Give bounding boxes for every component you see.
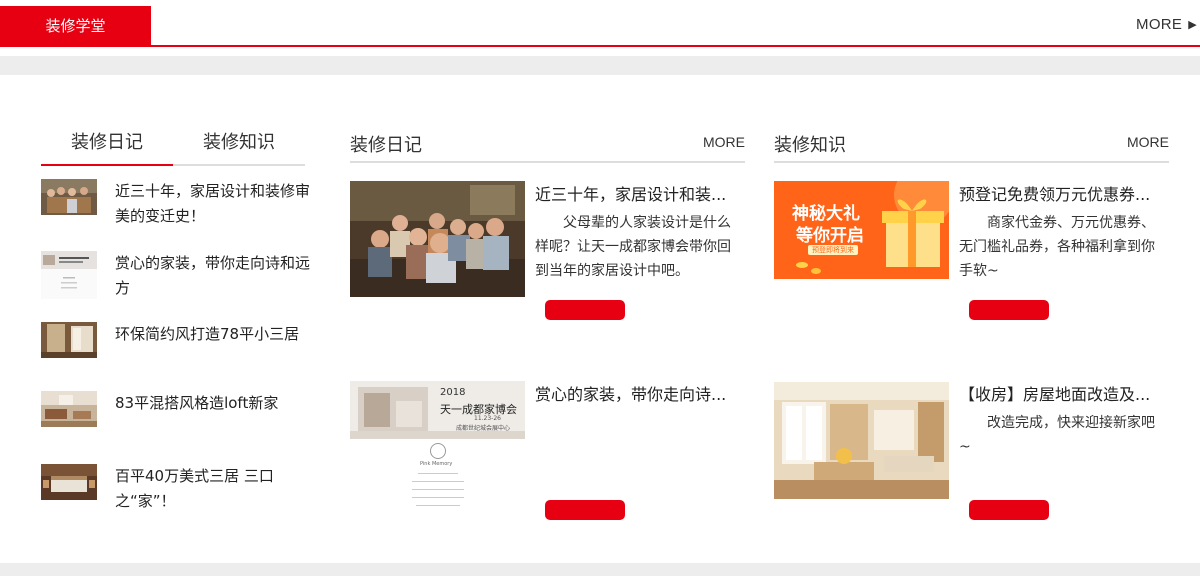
room-photo-thumbnail [41,322,97,358]
poster-logo-icon [430,443,446,459]
list-item-title: 近三十年，家居设计和装修审美的变迁史！ [115,182,311,225]
family-photo-thumbnail [41,179,97,215]
header-underline [0,45,1200,47]
diary-card-title: 近三十年，家居设计和装... [535,185,727,204]
poster-line [416,505,460,506]
diary-card[interactable]: 2018 天一成都家博会 11.23-26 成都世纪城会展中心 Pink Mem… [350,381,750,531]
diary-card-button[interactable] [545,300,625,320]
diary-card-title: 赏心的家装，带你走向诗... [535,385,727,404]
poster-thumbnail [41,251,97,299]
knowledge-card-desc: 改造完成，快来迎接新家吧~ [959,415,1155,455]
section-header: 装修学堂 MORE ▶ [0,0,1200,56]
diary-card-button[interactable] [545,500,625,520]
knowledge-card-desc: 商家代金券、万元优惠券、无门槛礼品券，各种福利拿到你手软~ [959,215,1155,279]
poster-date: 11.23-26 [474,415,501,422]
family-portrait-image [350,181,525,297]
diary-section-header: 装修日记 MORE [350,129,745,163]
list-item-title: 百平40万美式三居 三口之“家”！ [115,467,274,510]
poster-brand: Pink Memory [420,461,453,467]
knowledge-card[interactable]: 神秘大礼 等你开启 预登即将到来 预登记免费领万元优惠券... 商家代金券、万元… [774,181,1174,331]
left-tab-bar: 装修日记 装修知识 [41,128,305,166]
diary-section-title: 装修日记 [350,135,422,156]
diary-card[interactable]: 近三十年，家居设计和装... 父母辈的人家装设计是什么样呢？让天一成都家博会带你… [350,181,750,331]
poster-venue: 成都世纪城会展中心 [456,425,511,432]
banner-line-2: 等你开启 [796,226,864,246]
diary-more-link[interactable]: MORE [703,134,745,150]
poster-line [412,481,464,482]
poster-line [412,489,464,490]
knowledge-card-button[interactable] [969,300,1049,320]
gift-banner-image: 神秘大礼 等你开启 预登即将到来 [774,181,949,279]
knowledge-more-link[interactable]: MORE [1127,134,1169,150]
knowledge-card-button[interactable] [969,500,1049,520]
knowledge-section-title: 装修知识 [774,135,846,156]
section-tab-home-school[interactable]: 装修学堂 [0,6,151,46]
list-item-title: 83平混搭风格造loft新家 [115,394,279,412]
knowledge-card-title: 【收房】房屋地面改造及... [959,385,1151,404]
tab-knowledge[interactable]: 装修知识 [173,128,305,164]
poster-year: 2018 [440,387,466,398]
poster-line [418,473,458,474]
tab-diary[interactable]: 装修日记 [41,128,173,166]
list-item-title: 赏心的家装，带你走向诗和远方 [115,254,311,297]
knowledge-section-header: 装修知识 MORE [774,129,1169,163]
diary-card-desc: 父母辈的人家装设计是什么样呢？让天一成都家博会带你回到当年的家居设计中吧。 [535,215,731,279]
triangle-right-icon: ▶ [1188,19,1197,31]
more-label: MORE [1136,16,1183,33]
bedroom-photo-thumbnail [41,464,97,500]
knowledge-card[interactable]: 【收房】房屋地面改造及... 改造完成，快来迎接新家吧~ [774,381,1174,531]
expo-poster-image: 2018 天一成都家博会 11.23-26 成都世纪城会展中心 Pink Mem… [350,381,525,521]
living-room-image [774,382,949,499]
knowledge-card-title: 预登记免费领万元优惠券... [959,185,1151,204]
loft-photo-thumbnail [41,391,97,427]
poster-line [412,497,464,498]
content-panel: 装修日记 装修知识 近三十年，家居设计和装修审美的变迁史！ 赏心的家装，带你走向… [0,75,1200,563]
banner-tag: 预登即将到来 [808,245,858,255]
list-item-title: 环保简约风打造78平小三居 [115,325,300,343]
header-more-link[interactable]: MORE ▶ [1136,16,1197,33]
